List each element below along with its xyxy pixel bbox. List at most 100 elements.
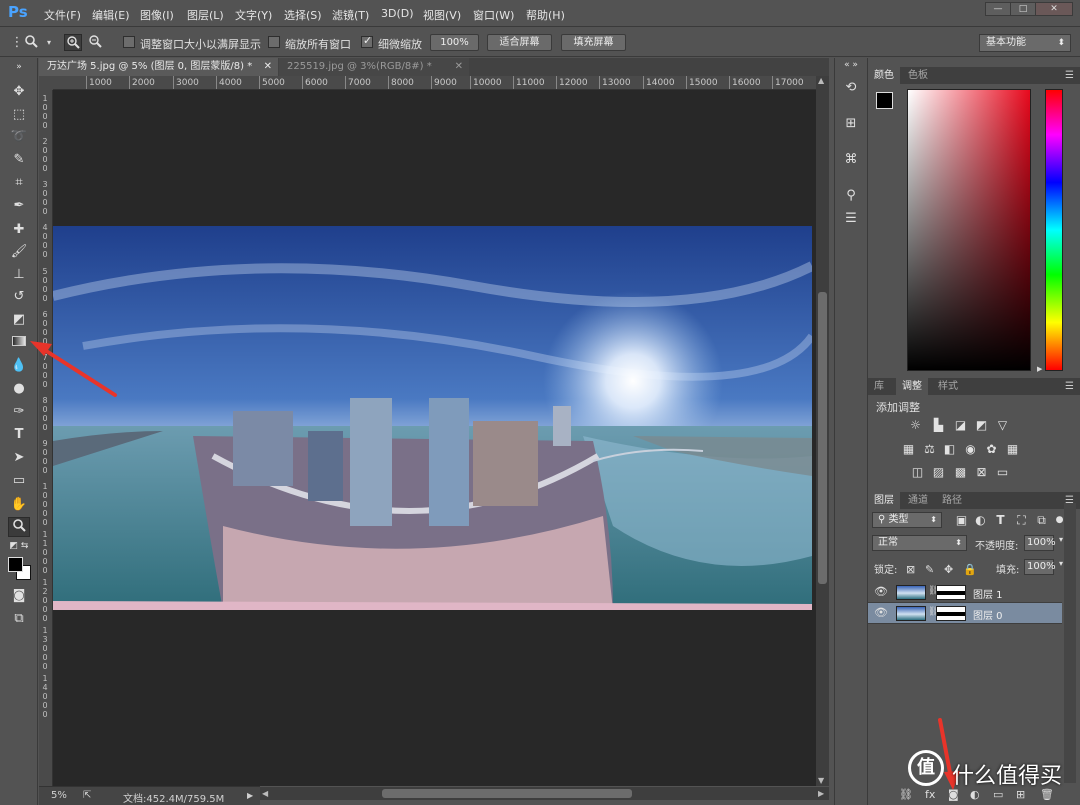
zoom-tool-icon[interactable] [8,517,30,537]
close-button[interactable]: ✕ [1035,2,1073,16]
menu-layer[interactable]: 图层(L) [187,7,224,23]
hue-slider[interactable] [1045,89,1063,371]
menu-select[interactable]: 选择(S) [284,7,322,23]
layer-name[interactable]: 图层 0 [973,607,1003,622]
color-field[interactable] [907,89,1031,371]
eraser-tool-icon[interactable]: ◩ [8,310,30,330]
menu-image[interactable]: 图像(I) [140,7,174,23]
history-brush-tool-icon[interactable]: ↺ [8,287,30,307]
vertical-scroll-thumb[interactable] [818,292,827,584]
photo-filter-icon[interactable]: ◉ [963,443,978,456]
eye-icon[interactable]: 👁 [874,606,888,619]
status-menu-icon[interactable]: ▶ [247,791,253,800]
tab-paths[interactable]: 路径 [936,492,968,509]
menu-help[interactable]: 帮助(H) [526,7,565,23]
fx-icon[interactable]: fx [925,788,935,801]
menu-edit[interactable]: 编辑(E) [92,7,130,23]
lock-transparent-icon[interactable]: ⊠ [906,563,915,576]
crop-tool-icon[interactable]: ⌗ [8,173,30,193]
filter-pixel-icon[interactable]: ▣ [954,514,969,527]
tab-color[interactable]: 颜色 [868,67,900,84]
pen-tool-icon[interactable]: ✑ [8,402,30,422]
minimize-button[interactable]: — [985,2,1011,16]
filter-adjustment-icon[interactable]: ◐ [973,514,988,527]
ruler-corner[interactable] [39,76,53,90]
menu-view[interactable]: 视图(V) [423,7,461,23]
history-panel-icon[interactable]: ⟲ [840,78,862,98]
vibrance-icon[interactable]: ▽ [995,419,1010,432]
hue-saturation-icon[interactable]: ▦ [901,443,916,456]
menu-3d[interactable]: 3D(D) [381,7,414,20]
export-icon[interactable]: ⇱ [83,790,91,801]
color-lookup-icon[interactable]: ▦ [1005,443,1020,456]
fit-screen-button[interactable]: 适合屏幕 [487,34,552,51]
lasso-tool-icon[interactable]: ➰ [8,127,30,147]
preset-dropdown-icon[interactable]: ▾ [40,34,58,51]
tab-swatches[interactable]: 色板 [902,67,934,84]
default-colors-icon[interactable]: ◩ ⇆ [8,540,30,552]
eye-icon[interactable]: 👁 [874,585,888,598]
filter-smart-object-icon[interactable]: ⧉ [1034,514,1049,527]
color-balance-icon[interactable]: ⚖ [922,443,937,456]
properties-panel-icon[interactable]: ⊞ [840,114,862,134]
tab-document-2[interactable]: 225519.jpg @ 3%(RGB/8#) * ✕ [279,58,469,76]
close-icon[interactable]: ✕ [455,58,463,76]
tab-styles[interactable]: 样式 [932,378,964,395]
healing-brush-tool-icon[interactable]: ✚ [8,220,30,240]
layer-row[interactable]: 👁 ⛓ 图层 1 [868,582,1062,603]
lock-all-icon[interactable]: 🔒 [963,563,977,576]
tab-channels[interactable]: 通道 [902,492,934,509]
panel-menu-icon[interactable]: ☰ [1065,378,1074,395]
layer-filter-select[interactable]: ⚲ 类型 ⬍ [872,512,942,528]
clone-source-icon[interactable]: ⚲ [840,186,862,206]
fill-screen-button[interactable]: 填充屏幕 [561,34,626,51]
curves-icon[interactable]: ◪ [953,419,968,432]
brush-presets-icon[interactable]: ⌘ [840,150,862,170]
zoom-in-icon[interactable] [64,34,82,51]
quick-select-tool-icon[interactable]: ✎ [8,150,30,170]
menu-file[interactable]: 文件(F) [44,7,81,23]
layer-mask-thumbnail[interactable] [936,585,966,600]
zoom-100-button[interactable]: 100% [430,34,479,51]
brush-tool-icon[interactable]: 🖌 [8,242,30,262]
black-white-icon[interactable]: ◧ [942,443,957,456]
fill-input[interactable]: 100% [1024,559,1056,575]
layers-scrollbar[interactable] [1064,503,1076,783]
zoom-all-checkbox[interactable] [268,36,280,48]
scroll-right-icon[interactable]: ▶ [818,789,824,798]
dodge-tool-icon[interactable]: ● [8,379,30,399]
path-selection-tool-icon[interactable]: ➤ [8,448,30,468]
eyedropper-tool-icon[interactable]: ✒ [8,196,30,216]
zoom-out-icon[interactable] [86,34,104,51]
panel-menu-icon[interactable]: ☰ [1065,67,1074,84]
filter-type-icon[interactable]: T [993,514,1008,527]
maximize-button[interactable]: □ [1010,2,1036,16]
gradient-map-icon[interactable]: ▭ [995,466,1010,479]
rectangle-tool-icon[interactable]: ▭ [8,471,30,491]
layer-name[interactable]: 图层 1 [973,586,1003,601]
horizontal-ruler[interactable]: 1000 2000 3000 4000 5000 6000 7000 8000 … [53,76,816,90]
move-tool-icon[interactable]: ✥ [8,82,30,102]
lock-image-icon[interactable]: ✎ [925,563,934,576]
selective-color-icon[interactable]: ⊠ [974,466,989,479]
levels-icon[interactable]: ▙ [931,419,946,432]
vertical-ruler[interactable]: 1000 2000 3000 4000 5000 6000 7000 8000 … [39,90,53,786]
panorama-image[interactable] [53,226,812,610]
blur-tool-icon[interactable]: 💧 [8,356,30,376]
posterize-icon[interactable]: ▨ [931,466,946,479]
scroll-left-icon[interactable]: ◀ [262,789,268,798]
type-tool-icon[interactable]: T [8,425,30,445]
sliders-icon[interactable]: ☰ [840,209,862,229]
clone-stamp-tool-icon[interactable]: ⊥ [8,265,30,285]
fill-dropdown-icon[interactable]: ▾ [1059,559,1063,568]
zoom-level[interactable]: 5% [51,790,67,801]
brightness-icon[interactable]: ☼ [908,419,923,432]
menu-window[interactable]: 窗口(W) [473,7,514,23]
channel-mixer-icon[interactable]: ✿ [984,443,999,456]
filter-shape-icon[interactable]: ⛶ [1014,514,1029,527]
foreground-color-swatch[interactable] [876,92,893,109]
resize-windows-checkbox[interactable] [123,36,135,48]
screen-mode-icon[interactable]: ⧉ [8,609,30,629]
tab-libraries[interactable]: 库 [868,378,890,395]
tab-document-1[interactable]: 万达广场 5.jpg @ 5% (图层 0, 图层蒙版/8) * ✕ [39,58,278,76]
